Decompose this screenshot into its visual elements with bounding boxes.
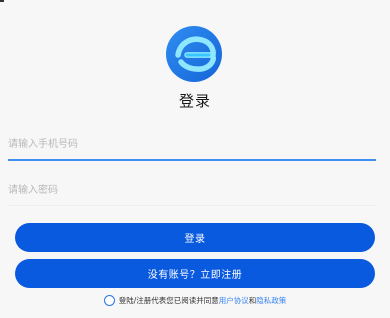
- user-agreement-link[interactable]: 用户协议: [219, 295, 249, 306]
- privacy-policy-link[interactable]: 隐私政策: [256, 295, 286, 306]
- status-corner-mark: [0, 0, 4, 2]
- agreement-checkbox[interactable]: [103, 295, 115, 306]
- register-button[interactable]: 没有账号？立即注册: [15, 259, 375, 288]
- agreement-row: 登陆/注册代表您已阅读并同意 用户协议 和 隐私政策: [0, 295, 390, 306]
- login-button-label: 登录: [184, 234, 206, 245]
- page-title: 登录: [178, 92, 211, 110]
- login-button[interactable]: 登录: [15, 223, 375, 252]
- agreement-and: 和: [248, 296, 257, 305]
- agreement-prefix: 登陆/注册代表您已阅读并同意: [118, 296, 219, 305]
- register-button-label: 没有账号？立即注册: [147, 270, 243, 281]
- password-input[interactable]: [8, 175, 376, 206]
- phone-input[interactable]: [8, 129, 376, 161]
- app-logo-icon: [166, 26, 222, 82]
